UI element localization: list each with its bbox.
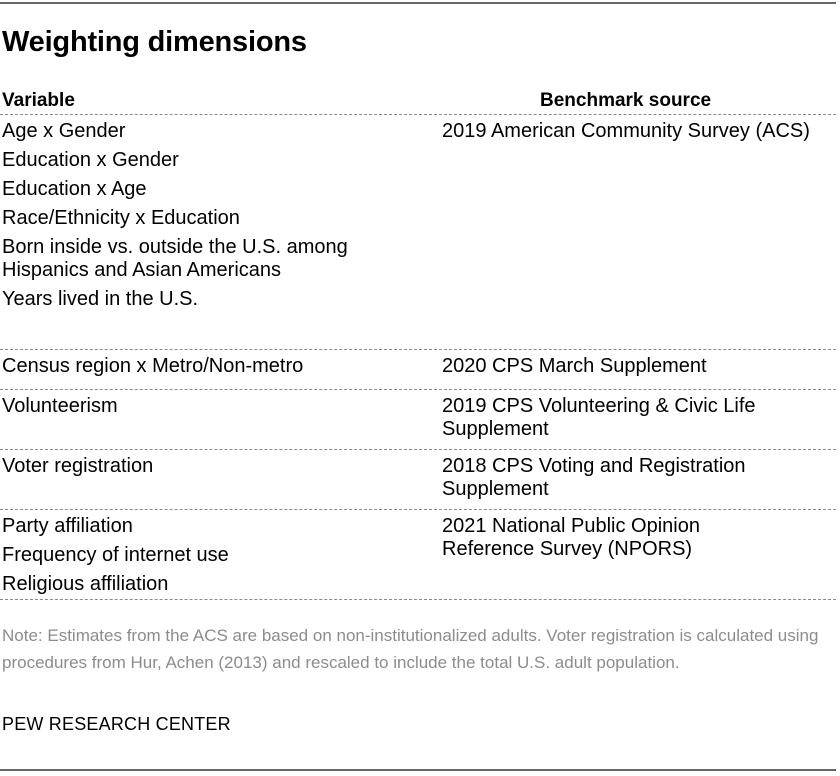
top-rule: [0, 2, 836, 4]
table-row: Party affiliation Frequency of internet …: [0, 510, 836, 600]
variable-item: Party affiliation: [2, 515, 133, 537]
page-title: Weighting dimensions: [2, 26, 307, 58]
table-row: Census region x Metro/Non-metro 2020 CPS…: [0, 350, 836, 390]
variable-item: Education x Gender: [2, 149, 179, 171]
table-row: Volunteerism 2019 CPS Volunteering & Civ…: [0, 390, 836, 450]
variable-item: Volunteerism: [2, 395, 118, 417]
source-credit: PEW RESEARCH CENTER: [2, 714, 231, 734]
weighting-table: Variable Benchmark source Age x Gender E…: [0, 88, 836, 600]
variable-item: Born inside vs. outside the U.S. among H…: [2, 236, 348, 281]
bottom-rule: [0, 769, 836, 771]
variable-item: Education x Age: [2, 178, 147, 200]
source-text: 2020 CPS March Supplement: [442, 355, 707, 377]
variable-cell: Party affiliation Frequency of internet …: [0, 515, 442, 599]
variable-item: Voter registration: [2, 455, 154, 477]
table-row: Voter registration 2018 CPS Voting and R…: [0, 450, 836, 510]
variable-item: Census region x Metro/Non-metro: [2, 355, 304, 377]
table-header: Variable Benchmark source: [0, 88, 836, 115]
table-row: Age x Gender Education x Gender Educatio…: [0, 115, 836, 350]
footnote: Note: Estimates from the ACS are based o…: [2, 626, 819, 672]
source-text: 2021 National Public Opinion Reference S…: [442, 515, 700, 560]
variable-cell: Age x Gender Education x Gender Educatio…: [0, 120, 442, 349]
variable-item: Age x Gender: [2, 120, 126, 142]
source-text: 2019 CPS Volunteering & Civic Life Suppl…: [442, 395, 756, 440]
variable-item: Religious affiliation: [2, 573, 169, 595]
variable-cell: Voter registration: [0, 455, 442, 509]
source-cell: 2019 CPS Volunteering & Civic Life Suppl…: [442, 395, 836, 449]
source-text: 2018 CPS Voting and Registration Supplem…: [442, 455, 746, 500]
source-cell: 2018 CPS Voting and Registration Supplem…: [442, 455, 836, 509]
variable-item: Race/Ethnicity x Education: [2, 207, 240, 229]
variable-item: Years lived in the U.S.: [2, 288, 199, 310]
source-cell: 2020 CPS March Supplement: [442, 355, 836, 389]
source-text: 2019 American Community Survey (ACS): [442, 120, 810, 142]
variable-cell: Volunteerism: [0, 395, 442, 449]
source-cell: 2021 National Public Opinion Reference S…: [442, 515, 836, 599]
column-header-benchmark-source: Benchmark source: [540, 90, 712, 111]
variable-cell: Census region x Metro/Non-metro: [0, 355, 442, 389]
source-cell: 2019 American Community Survey (ACS): [442, 120, 836, 349]
column-header-variable: Variable: [2, 90, 75, 111]
variable-item: Frequency of internet use: [2, 544, 229, 566]
